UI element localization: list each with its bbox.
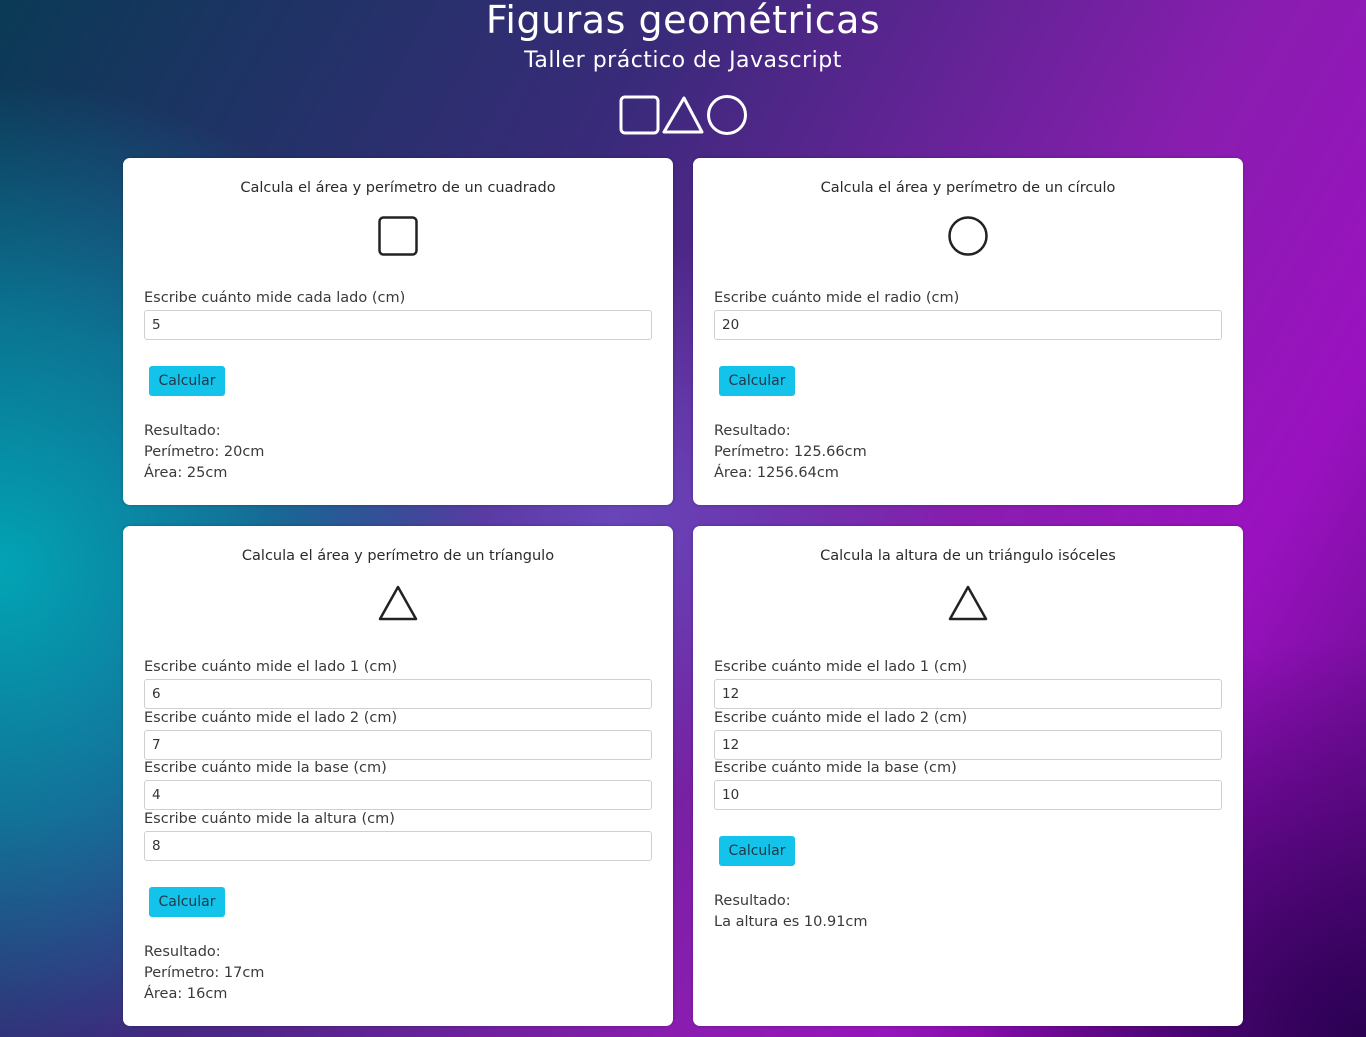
circle-result-label: Resultado: bbox=[714, 423, 791, 439]
circle-card: Calcula el área y perímetro de un círcul… bbox=[693, 158, 1243, 505]
triangle-side1-input[interactable] bbox=[144, 679, 652, 709]
triangle-result: Resultado: Perímetro: 17cm Área: 16cm bbox=[144, 942, 264, 1005]
triangle-calculate-button[interactable]: Calcular bbox=[149, 887, 225, 917]
circle-area-result: Área: 1256.64cm bbox=[714, 465, 839, 481]
triangle-card: Calcula el área y perímetro de un tríang… bbox=[123, 526, 673, 1026]
header-shapes bbox=[619, 95, 747, 135]
square-side-label: Escribe cuánto mide cada lado (cm) bbox=[144, 290, 406, 306]
isosceles-side1-input[interactable] bbox=[714, 679, 1222, 709]
circle-card-title: Calcula el área y perímetro de un círcul… bbox=[820, 180, 1116, 196]
triangle-height-input[interactable] bbox=[144, 831, 652, 861]
square-area-result: Área: 25cm bbox=[144, 465, 228, 481]
square-result-label: Resultado: bbox=[144, 423, 221, 439]
isosceles-card: Calcula la altura de un triángulo isócel… bbox=[693, 526, 1243, 1026]
square-icon bbox=[619, 95, 660, 135]
triangle-base-label: Escribe cuánto mide la base (cm) bbox=[144, 760, 387, 776]
square-card-title: Calcula el área y perímetro de un cuadra… bbox=[240, 180, 556, 196]
triangle-icon bbox=[378, 585, 418, 621]
square-card: Calcula el área y perímetro de un cuadra… bbox=[123, 158, 673, 505]
triangle-perimeter-result: Perímetro: 17cm bbox=[144, 965, 265, 981]
page-subtitle: Taller práctico de Javascript bbox=[524, 48, 842, 73]
triangle-result-label: Resultado: bbox=[144, 944, 221, 960]
page-title: Figuras geométricas bbox=[485, 0, 881, 42]
triangle-side2-input[interactable] bbox=[144, 730, 652, 760]
isosceles-result: Resultado: La altura es 10.91cm bbox=[714, 891, 868, 933]
isosceles-result-label: Resultado: bbox=[714, 893, 791, 909]
triangle-side1-label: Escribe cuánto mide el lado 1 (cm) bbox=[144, 659, 398, 675]
square-perimeter-result: Perímetro: 20cm bbox=[144, 444, 265, 460]
page-header: Figuras geométricas Taller práctico de J… bbox=[0, 0, 1366, 74]
isosceles-calculate-button[interactable]: Calcular bbox=[719, 836, 795, 866]
isosceles-card-title: Calcula la altura de un triángulo isócel… bbox=[820, 548, 1116, 564]
isosceles-side2-input[interactable] bbox=[714, 730, 1222, 760]
isosceles-base-label: Escribe cuánto mide la base (cm) bbox=[714, 760, 957, 776]
circle-icon bbox=[948, 216, 988, 256]
isosceles-side2-label: Escribe cuánto mide el lado 2 (cm) bbox=[714, 710, 968, 726]
square-result: Resultado: Perímetro: 20cm Área: 25cm bbox=[144, 421, 264, 484]
square-icon bbox=[378, 216, 418, 256]
triangle-icon bbox=[948, 585, 988, 621]
triangle-height-label: Escribe cuánto mide la altura (cm) bbox=[144, 811, 395, 827]
circle-radius-label: Escribe cuánto mide el radio (cm) bbox=[714, 290, 960, 306]
triangle-icon bbox=[662, 96, 704, 134]
square-calculate-button[interactable]: Calcular bbox=[149, 366, 225, 396]
circle-perimeter-result: Perímetro: 125.66cm bbox=[714, 444, 867, 460]
circle-result: Resultado: Perímetro: 125.66cm Área: 125… bbox=[714, 421, 867, 484]
circle-icon bbox=[707, 95, 747, 135]
triangle-area-result: Área: 16cm bbox=[144, 986, 228, 1002]
isosceles-base-input[interactable] bbox=[714, 780, 1222, 810]
circle-radius-input[interactable] bbox=[714, 310, 1222, 340]
isosceles-height-result: La altura es 10.91cm bbox=[714, 914, 868, 930]
square-side-input[interactable] bbox=[144, 310, 652, 340]
triangle-base-input[interactable] bbox=[144, 780, 652, 810]
triangle-card-title: Calcula el área y perímetro de un tríang… bbox=[241, 548, 555, 564]
triangle-side2-label: Escribe cuánto mide el lado 2 (cm) bbox=[144, 710, 398, 726]
isosceles-side1-label: Escribe cuánto mide el lado 1 (cm) bbox=[714, 659, 968, 675]
circle-calculate-button[interactable]: Calcular bbox=[719, 366, 795, 396]
